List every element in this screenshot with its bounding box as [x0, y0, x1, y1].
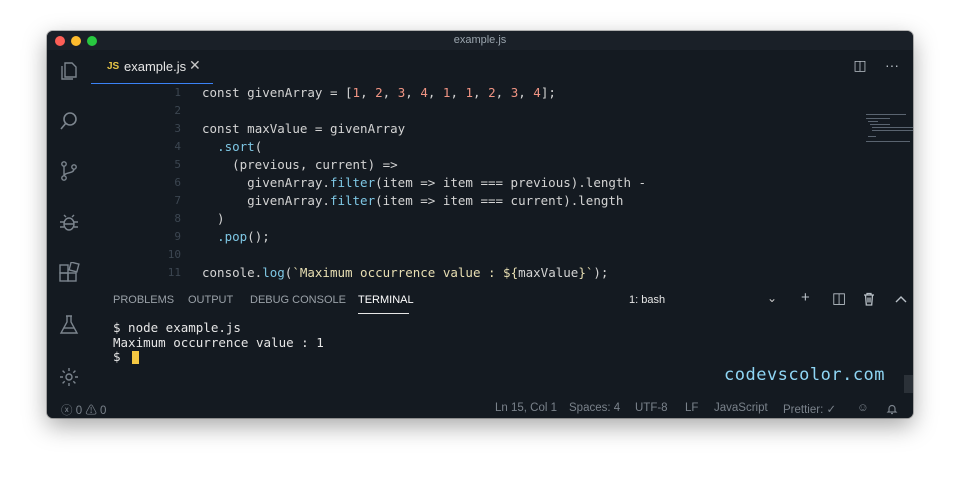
source-control-icon[interactable] — [58, 160, 80, 182]
terminal-cursor — [132, 351, 140, 364]
code-text: ) — [202, 211, 225, 226]
line-number: 9 — [174, 230, 181, 243]
tab-terminal[interactable]: TERMINAL — [358, 294, 414, 306]
line-number: 4 — [174, 140, 181, 153]
notifications-bell-icon[interactable] — [886, 403, 898, 415]
new-terminal-icon[interactable]: + — [801, 289, 810, 306]
activity-bar — [47, 50, 91, 400]
cursor-position[interactable]: Ln 15, Col 1 — [495, 402, 557, 414]
error-icon: ⓧ — [61, 405, 73, 417]
line-number: 10 — [167, 248, 181, 261]
more-actions-icon[interactable]: ··· — [885, 57, 899, 73]
line-number: 3 — [174, 122, 181, 135]
window-title: example.js — [453, 34, 507, 46]
code-text: .sort( — [217, 139, 263, 154]
terminal-line: $ node example.js — [113, 320, 241, 335]
eol-status[interactable]: LF — [685, 402, 698, 414]
problems-status[interactable]: ⓧ 0 ⚠ 0 — [61, 402, 106, 418]
code-text: const givenArray = [1, 2, 3, 4, 1, 1, 2,… — [202, 85, 556, 100]
tab-debug-console[interactable]: DEBUG CONSOLE — [250, 294, 346, 306]
settings-gear-icon[interactable] — [58, 366, 80, 388]
line-number: 5 — [174, 158, 181, 171]
code-text: givenArray.filter(item => item === curre… — [202, 193, 624, 208]
code-editor[interactable]: 1 const givenArray = [1, 2, 3, 4, 1, 1, 2… — [91, 84, 913, 280]
javascript-file-icon: JS — [107, 61, 120, 72]
error-count: 0 — [75, 405, 83, 417]
code-text: .pop(); — [217, 229, 270, 244]
warning-icon: ⚠ — [85, 405, 97, 417]
prettier-status[interactable]: Prettier: ✓ — [783, 402, 836, 416]
code-text: givenArray.filter(item => item === previ… — [202, 175, 647, 190]
code-text: (previous, current) => — [202, 157, 398, 172]
code-text: const maxValue = givenArray — [202, 121, 406, 136]
status-bar: ⓧ 0 ⚠ 0 Ln 15, Col 1 Spaces: 4 UTF-8 LF … — [47, 400, 913, 418]
vscode-window: example.js JS example.js ✕ ◫ ··· 1 const … — [47, 31, 913, 418]
tab-example-js[interactable]: JS example.js ✕ — [91, 50, 213, 84]
close-tab-icon[interactable]: ✕ — [189, 57, 201, 74]
feedback-smiley-icon[interactable]: ☺ — [857, 402, 869, 414]
terminal-shell-select[interactable]: 1: bash ⌄ — [621, 291, 781, 311]
warning-count: 0 — [100, 405, 107, 417]
maximize-panel-icon[interactable] — [895, 294, 907, 304]
trash-icon[interactable] — [862, 292, 876, 306]
split-terminal-icon[interactable]: ◫ — [832, 289, 846, 307]
search-icon[interactable] — [58, 110, 80, 132]
shell-label: 1: bash — [629, 294, 666, 306]
title-bar: example.js — [47, 31, 913, 50]
indentation-status[interactable]: Spaces: 4 — [569, 402, 620, 414]
terminal-prompt-line: $ — [113, 349, 324, 365]
line-number: 6 — [174, 176, 181, 189]
extensions-icon[interactable] — [58, 262, 80, 284]
watermark-text: codevscolor.com — [724, 365, 886, 385]
line-number: 8 — [174, 212, 181, 225]
debug-icon[interactable] — [58, 212, 80, 234]
minimap[interactable] — [866, 114, 913, 144]
terminal-scrollbar[interactable] — [904, 375, 913, 393]
line-number: 2 — [174, 104, 181, 117]
terminal-output[interactable]: $ node example.js Maximum occurrence valu… — [113, 320, 324, 365]
language-mode[interactable]: JavaScript — [714, 402, 768, 414]
active-tab-indicator — [358, 313, 409, 314]
testing-flask-icon[interactable] — [58, 314, 80, 336]
terminal-line: Maximum occurrence value : 1 — [113, 334, 324, 350]
tab-problems[interactable]: PROBLEMS — [113, 294, 174, 306]
editor-tabs: JS example.js ✕ ◫ ··· — [91, 50, 913, 84]
line-number: 1 — [174, 86, 181, 99]
tab-label: example.js — [124, 59, 187, 74]
chevron-down-icon: ⌄ — [766, 291, 777, 305]
editor-actions: ◫ ··· — [839, 57, 899, 75]
encoding-status[interactable]: UTF-8 — [635, 402, 668, 414]
terminal-prompt: $ — [113, 349, 129, 364]
split-editor-icon[interactable]: ◫ — [853, 57, 866, 74]
tab-output[interactable]: OUTPUT — [188, 294, 233, 306]
line-number: 7 — [174, 194, 181, 207]
explorer-icon[interactable] — [58, 60, 80, 82]
